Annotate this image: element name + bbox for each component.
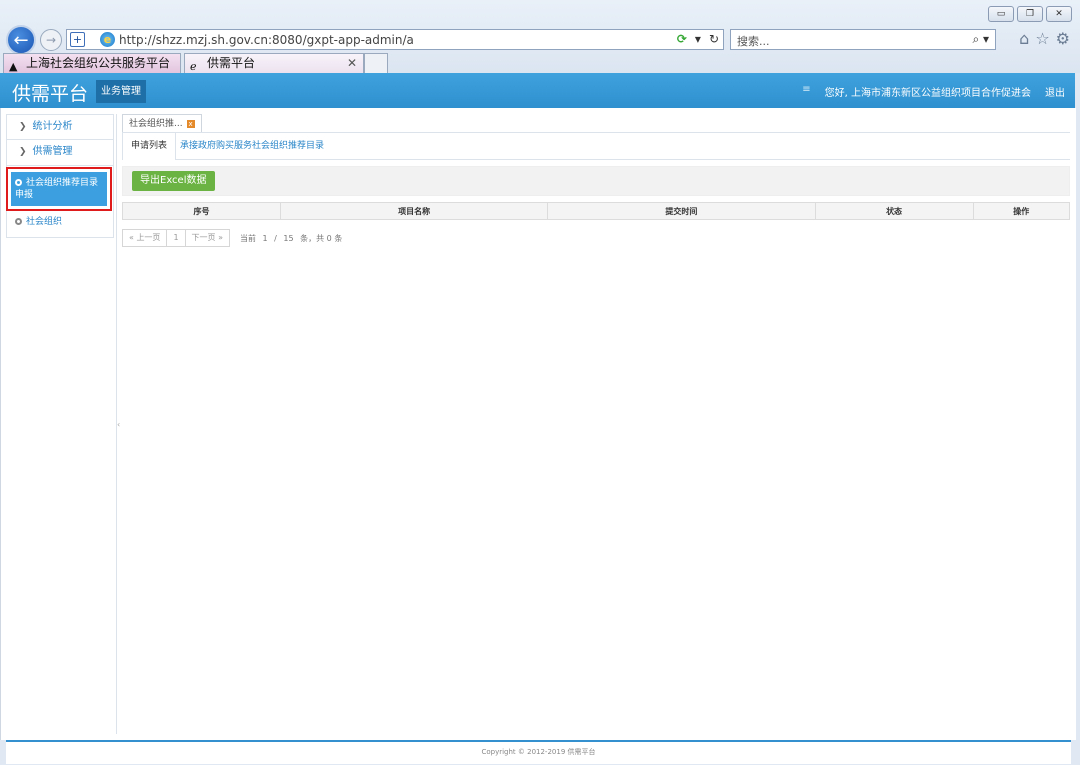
current-page-input[interactable]: 1 (263, 234, 268, 243)
new-tab-button[interactable] (364, 53, 388, 73)
sidebar-group-stats[interactable]: ❯ 统计分析 (6, 114, 114, 140)
sidebar-item-social-org[interactable]: 社会组织 (7, 208, 113, 233)
window-controls: ▭ ❐ ✕ (988, 6, 1072, 22)
add-site-icon[interactable]: + (70, 32, 85, 47)
refresh-icon[interactable]: ↻ (709, 32, 719, 46)
pagination-info: 当前 1 / 15 条，共 0 条 (238, 233, 344, 244)
compat-view-icon[interactable]: ⟳ (677, 32, 687, 46)
forward-arrow-icon[interactable]: → (40, 29, 62, 51)
maximize-icon[interactable]: ❐ (1017, 6, 1043, 22)
address-url[interactable]: http://shzz.mzj.sh.gov.cn:8080/gxpt-app-… (119, 33, 414, 47)
tab-application-list[interactable]: 申请列表 (122, 133, 177, 160)
footer: Copyright © 2012-2019 供需平台 (6, 740, 1071, 764)
page-tab-recommend[interactable]: 社会组织推... x (122, 114, 202, 132)
col-status[interactable]: 状态 (814, 202, 974, 220)
nav-business-management[interactable]: 业务管理 (96, 80, 146, 103)
search-placeholder: 搜索... (737, 35, 770, 48)
pagination: « 上一页 1 下一页 » 当前 1 / 15 条，共 0 条 (122, 229, 1070, 247)
close-tab-icon[interactable]: ✕ (347, 54, 357, 73)
browser-tab-gongfu[interactable]: ▲ 上海社会组织公共服务平台 (3, 53, 181, 73)
chevron-right-icon: ❯ (19, 122, 27, 132)
current-label: 当前 (239, 233, 256, 243)
circle-bullet-icon (15, 218, 22, 225)
browser-chrome: ▭ ❐ ✕ ← → + e http://shzz.mzj.sh.gov.cn:… (0, 0, 1080, 73)
sidebar-group-label: 统计分析 (32, 121, 73, 132)
browser-search-box[interactable]: 搜索... ⌕ ▾ (730, 29, 996, 50)
back-arrow-icon[interactable]: ← (6, 25, 36, 55)
col-submit-time[interactable]: 提交时间 (547, 202, 816, 220)
collapse-handle-icon[interactable]: ‹ (117, 420, 120, 429)
circle-bullet-icon (15, 179, 22, 186)
page-slash: / (274, 233, 277, 243)
logout-link[interactable]: 退出 (1045, 84, 1065, 99)
sidebar-submenu: 社会组织推荐目录申报 社会组织 (6, 166, 114, 238)
app-body: ❯ 统计分析 ❯ 供需管理 社会组织推荐目录申报 社会组织 ‹ 社会组织推... x … (0, 108, 1076, 740)
main-content: 社会组织推... x 申请列表 承接政府购买服务社会组织推荐目录 导出Excel数… (122, 114, 1071, 247)
address-bar[interactable]: + e http://shzz.mzj.sh.gov.cn:8080/gxpt-… (66, 29, 724, 50)
chevron-down-icon: ❯ (19, 147, 27, 157)
toolbar: 导出Excel数据 (122, 166, 1070, 196)
col-project-name[interactable]: 项目名称 (279, 202, 549, 220)
browser-tabs: ▲ 上海社会组织公共服务平台 ℯ 供需平台 ✕ (0, 53, 1080, 73)
sidebar: ❯ 统计分析 ❯ 供需管理 社会组织推荐目录申报 社会组织 (6, 114, 117, 734)
col-actions[interactable]: 操作 (972, 202, 1071, 220)
page-tab-label: 社会组织推... (129, 119, 183, 129)
ie-page-icon: e (100, 32, 115, 47)
sidebar-group-supply-demand[interactable]: ❯ 供需管理 (6, 140, 114, 166)
app-logo[interactable]: 供需平台 (12, 79, 88, 106)
browser-tab-gongxu[interactable]: ℯ 供需平台 ✕ (184, 53, 364, 73)
close-window-icon[interactable]: ✕ (1046, 6, 1072, 22)
settings-gear-icon[interactable]: ⚙ (1056, 29, 1070, 48)
search-icon[interactable]: ⌕ ▾ (972, 32, 989, 47)
prev-page-button[interactable]: « 上一页 (123, 230, 168, 246)
app-header: 供需平台 业务管理 ≡ 您好, 上海市浦东新区公益组织项目合作促进会 退出 (0, 73, 1075, 108)
sidebar-group-label: 供需管理 (32, 146, 73, 157)
minimize-icon[interactable]: ▭ (988, 6, 1014, 22)
col-index[interactable]: 序号 (122, 202, 281, 220)
dropdown-arrow-icon[interactable]: ▾ (695, 32, 701, 46)
data-table: 序号 项目名称 提交时间 状态 操作 (122, 202, 1071, 220)
welcome-user[interactable]: 您好, 上海市浦东新区公益组织项目合作促进会 (825, 84, 1031, 99)
menu-icon[interactable]: ≡ (802, 84, 810, 99)
page-size-input[interactable]: 15 (283, 234, 293, 243)
favorites-star-icon[interactable]: ☆ (1035, 29, 1049, 48)
page-number-button[interactable]: 1 (167, 230, 186, 246)
sidebar-item-label: 社会组织推荐目录申报 (15, 178, 99, 200)
sidebar-item-label: 社会组织 (26, 217, 63, 227)
tab-recommend-catalog[interactable]: 承接政府购买服务社会组织推荐目录 (172, 133, 332, 159)
browser-tab-label: 供需平台 (207, 56, 256, 70)
browser-tab-label: 上海社会组织公共服务平台 (26, 56, 171, 70)
home-icon[interactable]: ⌂ (1019, 29, 1029, 48)
table-header-row: 序号 项目名称 提交时间 状态 操作 (122, 202, 1071, 220)
sub-tabs: 申请列表 承接政府购买服务社会组织推荐目录 (122, 132, 1070, 160)
sidebar-item-recommend-catalog[interactable]: 社会组织推荐目录申报 (6, 167, 112, 211)
browser-toolbar-icons: ⌂ ☆ ⚙ (1019, 29, 1070, 48)
record-summary: 条，共 0 条 (300, 233, 343, 243)
close-tab-icon[interactable]: x (186, 120, 195, 128)
next-page-button[interactable]: 下一页 » (186, 230, 229, 246)
export-excel-button[interactable]: 导出Excel数据 (132, 171, 215, 191)
